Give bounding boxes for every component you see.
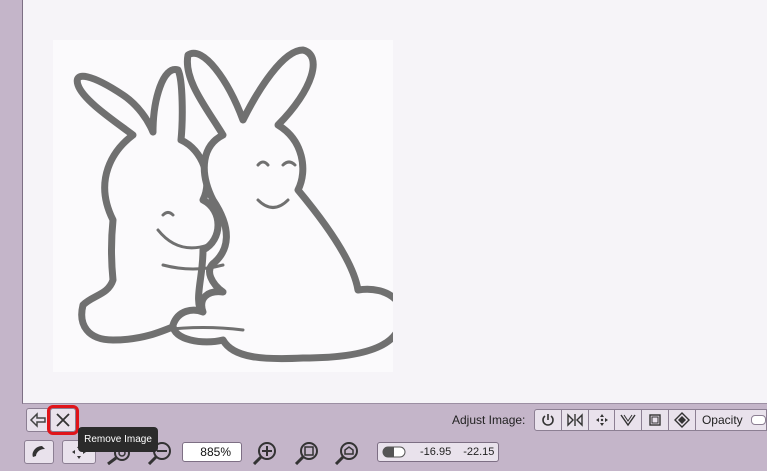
adjust-image-group: Opacity	[534, 409, 767, 431]
move-icon	[595, 414, 608, 426]
flip-horizontal-icon	[567, 413, 583, 427]
coordinates-readout: -16.95 -22.15	[377, 442, 499, 462]
move-button[interactable]	[589, 410, 616, 430]
power-icon	[542, 414, 554, 426]
zoom-home-button[interactable]	[332, 440, 360, 466]
coord-y: -22.15	[463, 446, 495, 458]
crop-button[interactable]	[642, 410, 670, 430]
coord-x: -16.95	[420, 446, 452, 458]
image-canvas[interactable]	[22, 0, 767, 404]
remove-image-tooltip: Remove Image	[78, 427, 158, 452]
power-button[interactable]	[535, 410, 562, 430]
zoom-home-icon	[334, 442, 358, 465]
zoom-fit-button[interactable]	[292, 440, 320, 466]
adjust-image-label: Adjust Image:	[452, 413, 526, 427]
zoom-fit-icon	[294, 442, 318, 465]
magnet-icon	[32, 446, 45, 457]
perspective-icon	[620, 414, 636, 427]
arrow-left-icon	[29, 412, 46, 428]
zoom-in-icon	[252, 442, 276, 465]
remove-image-button[interactable]	[47, 405, 79, 435]
opacity-label: Opacity	[701, 413, 743, 427]
zoom-level-field[interactable]: 885%	[182, 442, 242, 462]
rotate-diamond-icon	[674, 412, 691, 428]
bunnies-image[interactable]	[53, 40, 393, 372]
opacity-slider[interactable]	[750, 415, 767, 425]
perspective-button[interactable]	[615, 410, 643, 430]
rotate-button[interactable]	[669, 410, 696, 430]
flip-horizontal-button[interactable]	[562, 410, 589, 430]
zoom-in-button[interactable]	[250, 440, 278, 466]
position-toggle-icon[interactable]	[382, 445, 408, 459]
magnet-button[interactable]	[24, 440, 54, 464]
back-button[interactable]	[26, 408, 50, 432]
crop-icon	[649, 414, 661, 426]
close-icon	[56, 413, 70, 427]
